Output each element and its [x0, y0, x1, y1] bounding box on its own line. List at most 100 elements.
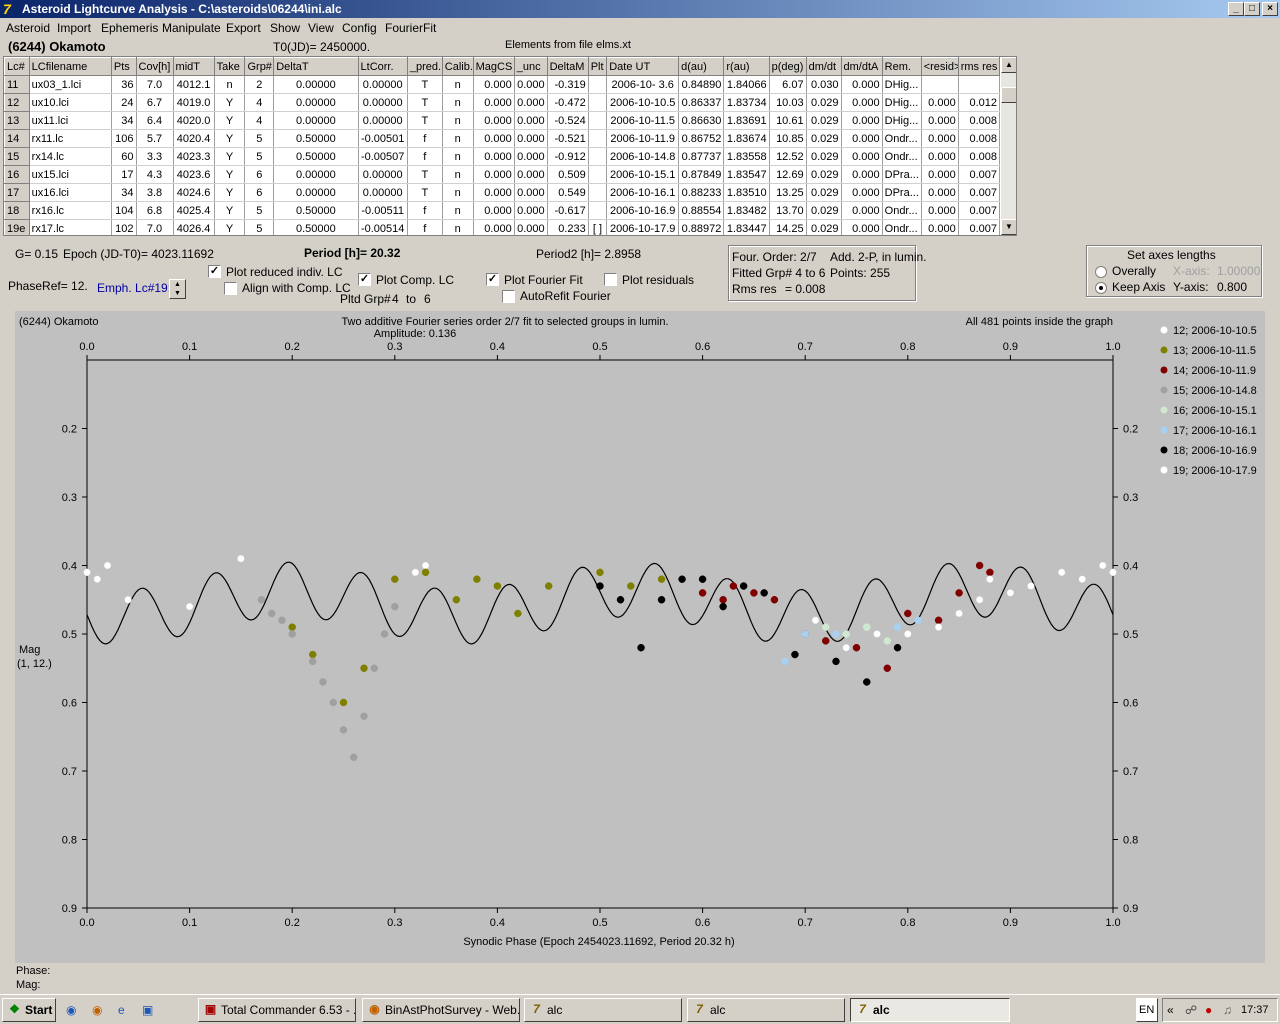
table-cell[interactable]: Y	[214, 147, 246, 166]
row-header-cell[interactable]: 17	[4, 183, 30, 202]
table-cell[interactable]: 0.88233	[678, 183, 725, 202]
table-cell[interactable]: 0.00000	[358, 111, 408, 130]
table-cell[interactable]: -0.319	[547, 75, 589, 94]
table-cell[interactable]: 2006-10-14.8	[606, 147, 680, 166]
table-cell[interactable]: 0.87849	[678, 165, 725, 184]
table-cell[interactable]: 2006-10- 3.6	[606, 75, 680, 94]
table-cell[interactable]: 4025.4	[173, 201, 215, 220]
plot-fourier-checkbox[interactable]: ✓	[486, 273, 499, 286]
table-cell[interactable]: 1.83691	[723, 111, 770, 130]
table-cell[interactable]: 12.52	[769, 147, 807, 166]
table-cell[interactable]: 0.509	[547, 165, 589, 184]
table-cell[interactable]: -0.521	[547, 129, 589, 148]
row-header-cell[interactable]: 16	[4, 165, 30, 184]
table-cell[interactable]: 2006-10-10.5	[606, 93, 680, 112]
table-cell[interactable]: Ondr...	[882, 147, 922, 166]
table-cell[interactable]: n	[442, 129, 474, 148]
table-cell[interactable]: 1.83558	[723, 147, 770, 166]
column-header[interactable]: Calib.	[441, 57, 474, 76]
table-cell[interactable]: 4026.4	[173, 219, 215, 235]
table-row[interactable]: 14 rx11.lc 106 5.7 4020.4 Y 5 0.50000 -0.00501 f n…	[4, 129, 1001, 148]
table-cell[interactable]: T	[407, 183, 443, 202]
table-cell[interactable]: 0.007	[958, 201, 1001, 220]
plot-reduced-checkbox[interactable]: ✓	[208, 265, 221, 278]
task-alc-3[interactable]: 7 alc	[850, 998, 1010, 1022]
table-cell[interactable]: 0.000	[514, 201, 548, 220]
table-cell[interactable]: T	[407, 93, 443, 112]
table-cell[interactable]: 5	[244, 201, 275, 220]
column-header[interactable]: rms res	[957, 57, 1001, 76]
table-cell[interactable]: 6.8	[136, 201, 174, 220]
table-cell[interactable]	[958, 75, 1001, 94]
table-cell[interactable]: ux16.lci	[29, 183, 112, 202]
table-cell[interactable]: 36	[111, 75, 137, 94]
table-row[interactable]: 12 ux10.lci 24 6.7 4019.0 Y 4 0.00000 0.00000 Tn 0…	[4, 93, 1001, 112]
table-cell[interactable]: 5.7	[136, 129, 174, 148]
column-header[interactable]: Date UT	[606, 57, 680, 76]
table-cell[interactable]: 6	[244, 183, 275, 202]
table-cell[interactable]: -0.617	[547, 201, 589, 220]
table-cell[interactable]: 0.000	[514, 183, 548, 202]
table-row[interactable]: 15 rx14.lc 60 3.3 4023.3 Y 5 0.50000 -0.00507 f n 0…	[4, 147, 1001, 166]
table-cell[interactable]: 0.88554	[678, 201, 725, 220]
table-cell[interactable]	[588, 93, 608, 112]
pltd-grp-to[interactable]: 6	[424, 292, 431, 306]
row-header-cell[interactable]: 14	[4, 129, 30, 148]
table-cell[interactable]: 0.000	[473, 129, 515, 148]
task-total-commander[interactable]: ▣ Total Commander 6.53 - ...	[198, 998, 356, 1022]
table-cell[interactable]: 0.000	[841, 165, 883, 184]
table-cell[interactable]: 0.029	[806, 129, 842, 148]
row-header-cell[interactable]: 13	[4, 111, 30, 130]
table-cell[interactable]: [ ]	[588, 219, 608, 235]
row-header-cell[interactable]: 15	[4, 147, 30, 166]
minimize-button[interactable]: _	[1228, 2, 1244, 16]
row-header-cell[interactable]: 11	[4, 75, 30, 94]
table-cell[interactable]: 0.000	[473, 165, 515, 184]
lightcurve-graph[interactable]: (6244) Okamoto Two additive Fourier seri…	[15, 311, 1265, 963]
row-header-cell[interactable]: 18	[4, 201, 30, 220]
table-cell[interactable]: DPra...	[882, 183, 922, 202]
table-cell[interactable]: 0.000	[921, 147, 959, 166]
table-cell[interactable]: 0.86630	[678, 111, 725, 130]
table-cell[interactable]: f	[407, 129, 443, 148]
plot-comp-checkbox[interactable]: ✓	[358, 273, 371, 286]
table-cell[interactable]: rx17.lc	[29, 219, 112, 235]
scroll-up-icon[interactable]: ▲	[1001, 57, 1016, 73]
table-cell[interactable]: 0.000	[841, 183, 883, 202]
column-header[interactable]: DeltaT	[273, 57, 359, 76]
table-cell[interactable]: 3.3	[136, 147, 174, 166]
table-cell[interactable]: Y	[214, 201, 246, 220]
table-cell[interactable]: -0.00511	[358, 201, 408, 220]
table-cell[interactable]: 102	[111, 219, 137, 235]
table-cell[interactable]	[588, 201, 608, 220]
table-cell[interactable]: 0.000	[921, 93, 959, 112]
table-cell[interactable]: 12.69	[769, 165, 807, 184]
table-cell[interactable]: 1.83734	[723, 93, 770, 112]
table-cell[interactable]: 0.50000	[273, 147, 359, 166]
column-header[interactable]: MagCS	[472, 57, 515, 76]
close-button[interactable]: ×	[1262, 2, 1278, 16]
column-header[interactable]: r(au)	[723, 57, 770, 76]
table-cell[interactable]: 0.00000	[358, 93, 408, 112]
table-row[interactable]: 18 rx16.lc 104 6.8 4025.4 Y 5 0.50000 -0.00511 f n…	[4, 201, 1001, 220]
table-cell[interactable]: DHig...	[882, 75, 922, 94]
table-cell[interactable]: 3.8	[136, 183, 174, 202]
column-header[interactable]: d(au)	[678, 57, 725, 76]
table-row[interactable]: 11 ux03_1.lci 36 7.0 4012.1 n 2 0.00000 0.00000 T…	[4, 75, 1001, 94]
column-header[interactable]: Rem.	[881, 57, 922, 76]
table-cell[interactable]: 34	[111, 183, 137, 202]
table-cell[interactable]: 5	[244, 129, 275, 148]
y-axis-value[interactable]: 0.800	[1217, 280, 1247, 294]
column-header[interactable]: DeltaM	[546, 57, 589, 76]
table-cell[interactable]: 0.029	[806, 201, 842, 220]
maximize-button[interactable]: □	[1244, 2, 1260, 16]
column-header[interactable]: LCfilename	[28, 57, 112, 76]
column-header[interactable]: <resid>	[920, 57, 959, 76]
table-cell[interactable]: 7.0	[136, 75, 174, 94]
table-row[interactable]: 16 ux15.lci 17 4.3 4023.6 Y 6 0.00000 0.00000 Tn 0…	[4, 165, 1001, 184]
table-cell[interactable]: 4023.3	[173, 147, 215, 166]
table-cell[interactable]: 0.000	[841, 75, 883, 94]
menu-show[interactable]: Show	[270, 21, 300, 35]
table-cell[interactable]: 1.83674	[723, 129, 770, 148]
table-cell[interactable]: 0.00000	[273, 75, 359, 94]
